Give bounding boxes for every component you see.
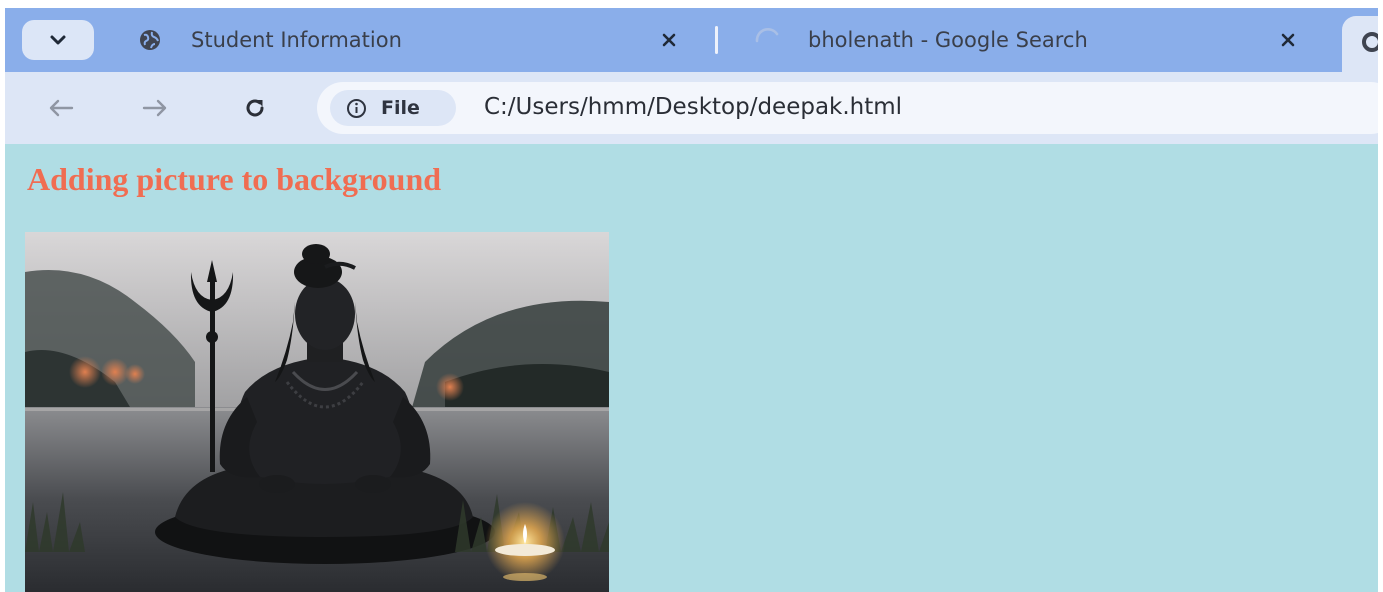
forward-button[interactable]: [135, 88, 175, 128]
close-icon: [1281, 33, 1295, 47]
close-icon: [662, 33, 676, 47]
site-chip-label: File: [381, 97, 420, 119]
arrow-right-icon: [142, 99, 167, 117]
chevron-down-icon: [50, 35, 66, 45]
address-bar[interactable]: File C:/Users/hmm/Desktop/deepak.html: [317, 82, 1378, 134]
arrow-left-icon: [49, 99, 74, 117]
active-tab[interactable]: [1342, 16, 1378, 76]
tab-title: Student Information: [191, 28, 402, 52]
tab-google-search[interactable]: bholenath - Google Search: [745, 18, 1310, 62]
browser-window: Student Information bholenath - Google S…: [5, 8, 1378, 592]
page-heading: Adding picture to background: [27, 161, 442, 197]
reload-button[interactable]: [235, 88, 275, 128]
page-content: Adding picture to background: [5, 145, 1378, 592]
tab-separator: [715, 26, 718, 54]
reload-icon: [246, 99, 264, 117]
site-info-chip[interactable]: File: [330, 90, 456, 126]
globe-icon: [140, 30, 160, 50]
info-icon: [347, 99, 366, 118]
loading-spinner-icon: [755, 28, 779, 43]
tab-close-button[interactable]: [654, 25, 684, 55]
browser-toolbar: File C:/Users/hmm/Desktop/deepak.html: [5, 72, 1378, 144]
url-text[interactable]: C:/Users/hmm/Desktop/deepak.html: [484, 94, 902, 120]
google-favicon-icon: [1362, 32, 1378, 52]
tab-student-information[interactable]: Student Information: [128, 18, 690, 62]
tab-close-button[interactable]: [1273, 25, 1303, 55]
tab-title: bholenath - Google Search: [808, 28, 1088, 52]
tab-search-button[interactable]: [22, 20, 94, 60]
tab-strip: Student Information bholenath - Google S…: [5, 8, 1378, 76]
shiva-statue-image: [25, 232, 609, 592]
back-button[interactable]: [41, 88, 81, 128]
